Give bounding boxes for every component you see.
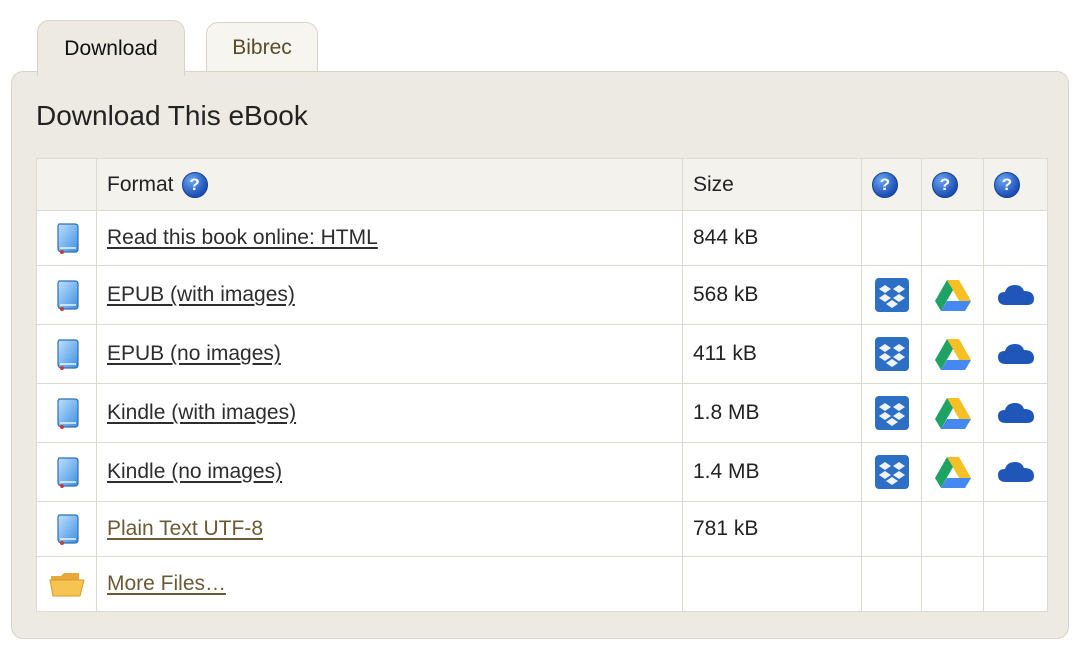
service-cell — [983, 501, 1048, 557]
file-size: 1.8 MB — [682, 383, 862, 443]
dropbox-icon[interactable] — [874, 337, 910, 371]
row-format-cell: Plain Text UTF-8 — [96, 501, 683, 557]
service-cell — [861, 501, 922, 557]
service-cell — [861, 383, 922, 443]
header-format-label: Format — [107, 172, 174, 196]
file-size: 781 kB — [682, 501, 862, 557]
table-row: Read this book online: HTML 844 kB — [36, 210, 1048, 266]
format-link[interactable]: More Files… — [107, 572, 226, 595]
service-cell — [983, 383, 1048, 443]
service-cell — [983, 324, 1048, 384]
file-size: 1.4 MB — [682, 442, 862, 502]
tab-bibrec[interactable]: Bibrec — [206, 22, 318, 72]
dropbox-icon[interactable] — [874, 455, 910, 489]
ebook-icon — [54, 457, 80, 488]
ebook-icon — [54, 339, 80, 370]
service-cell — [861, 442, 922, 502]
header-google-drive: ? — [921, 158, 984, 211]
service-cell — [921, 501, 984, 557]
download-panel: Download This eBook Format ? Size ? ? ? — [11, 71, 1069, 639]
row-format-cell: EPUB (no images) — [96, 324, 683, 384]
header-icon-cell — [36, 158, 97, 211]
ebook-icon — [54, 514, 80, 545]
format-link[interactable]: EPUB (no images) — [107, 342, 281, 365]
format-link[interactable]: Read this book online: HTML — [107, 226, 378, 249]
row-icon-cell — [36, 556, 97, 612]
service-cell — [921, 442, 984, 502]
onedrive-icon[interactable] — [996, 342, 1036, 365]
row-icon-cell — [36, 324, 97, 384]
service-cell — [921, 556, 984, 612]
table-row: EPUB (no images) 411 kB — [36, 324, 1048, 384]
dropbox-icon[interactable] — [874, 278, 910, 312]
ebook-icon — [54, 223, 80, 254]
file-size: 411 kB — [682, 324, 862, 384]
format-help-icon[interactable]: ? — [181, 171, 208, 198]
google-drive-icon[interactable] — [934, 339, 972, 370]
row-icon-cell — [36, 442, 97, 502]
onedrive-icon[interactable] — [996, 401, 1036, 424]
service-cell — [921, 210, 984, 266]
google-drive-icon[interactable] — [934, 457, 972, 488]
service-cell — [861, 265, 922, 325]
download-table: Format ? Size ? ? ? Read this book onlin… — [36, 158, 1048, 612]
google-drive-icon[interactable] — [934, 280, 972, 311]
ebook-icon — [54, 398, 80, 429]
file-size: 844 kB — [682, 210, 862, 266]
service-cell — [921, 324, 984, 384]
row-icon-cell — [36, 265, 97, 325]
ebook-icon — [54, 280, 80, 311]
row-icon-cell — [36, 383, 97, 443]
row-format-cell: More Files… — [96, 556, 683, 612]
service-cell — [983, 265, 1048, 325]
row-icon-cell — [36, 210, 97, 266]
row-format-cell: Kindle (with images) — [96, 383, 683, 443]
service-cell — [983, 442, 1048, 502]
google-drive-icon[interactable] — [934, 398, 972, 429]
file-size: 568 kB — [682, 265, 862, 325]
service-cell — [861, 556, 922, 612]
onedrive-help-icon[interactable]: ? — [994, 171, 1020, 198]
file-size — [682, 556, 862, 612]
table-header-row: Format ? Size ? ? ? — [36, 158, 1048, 211]
table-row: EPUB (with images) 568 kB — [36, 265, 1048, 325]
table-row: Kindle (no images) 1.4 MB — [36, 442, 1048, 502]
row-format-cell: Read this book online: HTML — [96, 210, 683, 266]
service-cell — [921, 265, 984, 325]
google-drive-help-icon[interactable]: ? — [932, 171, 958, 198]
row-format-cell: Kindle (no images) — [96, 442, 683, 502]
tab-download[interactable]: Download — [37, 20, 185, 76]
format-link[interactable]: Plain Text UTF-8 — [107, 517, 263, 540]
format-link[interactable]: EPUB (with images) — [107, 283, 295, 306]
header-format: Format ? — [96, 158, 683, 211]
table-row: Kindle (with images) 1.8 MB — [36, 383, 1048, 443]
header-onedrive: ? — [983, 158, 1048, 211]
row-format-cell: EPUB (with images) — [96, 265, 683, 325]
dropbox-icon[interactable] — [874, 396, 910, 430]
service-cell — [921, 383, 984, 443]
dropbox-help-icon[interactable]: ? — [872, 171, 898, 198]
onedrive-icon[interactable] — [996, 460, 1036, 483]
panel-title: Download This eBook — [36, 100, 308, 131]
service-cell — [861, 210, 922, 266]
header-dropbox: ? — [861, 158, 922, 211]
row-icon-cell — [36, 501, 97, 557]
service-cell — [983, 210, 1048, 266]
header-size: Size — [682, 158, 862, 211]
format-link[interactable]: Kindle (with images) — [107, 401, 296, 424]
onedrive-icon[interactable] — [996, 283, 1036, 306]
folder-icon — [48, 572, 85, 597]
service-cell — [983, 556, 1048, 612]
format-link[interactable]: Kindle (no images) — [107, 460, 282, 483]
table-row: More Files… — [36, 556, 1048, 612]
service-cell — [861, 324, 922, 384]
table-row: Plain Text UTF-8 781 kB — [36, 501, 1048, 557]
